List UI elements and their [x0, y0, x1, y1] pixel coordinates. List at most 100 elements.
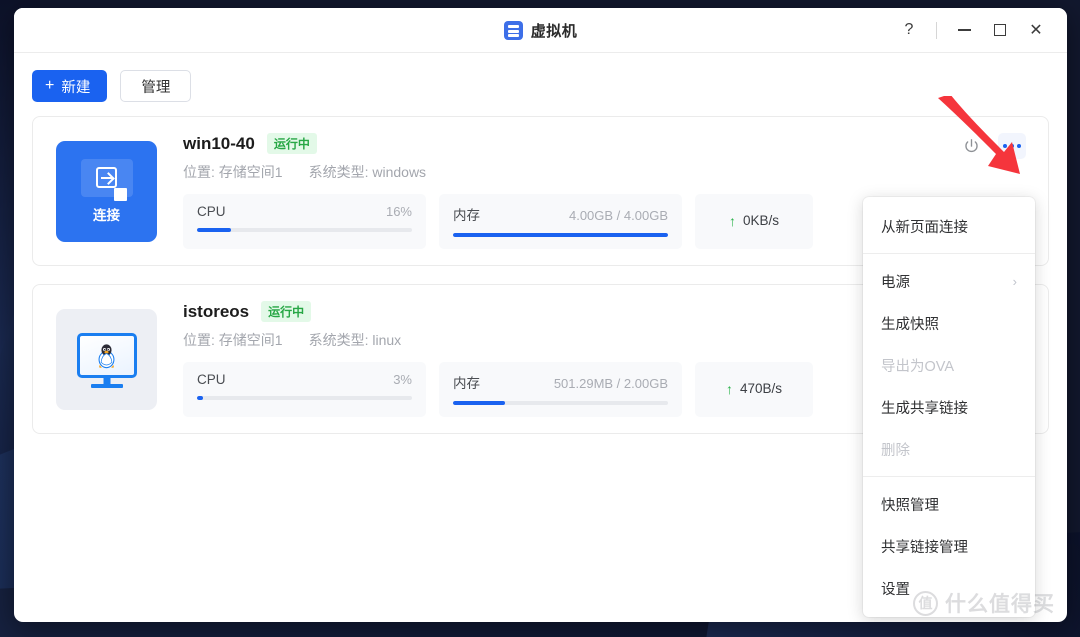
vm-application-window: 虚拟机 ? ✕ + 新建 管理 连接 win10-40 运行中 位置: 存储空间…	[14, 8, 1067, 622]
connect-label: 连接	[93, 207, 120, 223]
memory-progress-track	[453, 401, 668, 405]
controls-divider	[936, 21, 937, 39]
ostype-value: windows	[372, 164, 427, 180]
menu-item-label: 删除	[881, 442, 910, 459]
menu-item-snapshot-manage[interactable]: 快照管理	[863, 483, 1035, 525]
linux-thumbnail[interactable]	[56, 308, 157, 410]
title-bar: 虚拟机 ? ✕	[14, 8, 1067, 53]
maximize-icon	[994, 24, 1006, 36]
plus-icon: +	[45, 77, 55, 94]
memory-progress-fill	[453, 233, 668, 237]
cpu-stat-header: CPU 16%	[197, 204, 412, 219]
location-label: 位置:	[183, 332, 215, 348]
location-value: 存储空间1	[218, 164, 283, 180]
window-controls: ? ✕	[892, 8, 1067, 52]
menu-item-share-link-manage[interactable]: 共享链接管理	[863, 525, 1035, 567]
minimize-button[interactable]	[947, 15, 981, 45]
cpu-label: CPU	[197, 372, 226, 387]
more-actions-button[interactable]	[998, 133, 1026, 159]
cpu-stat: CPU 3%	[183, 362, 426, 417]
network-upload-value: 0KB/s	[742, 213, 780, 228]
maximize-button[interactable]	[983, 15, 1017, 45]
new-vm-label: 新建	[61, 79, 91, 96]
menu-item-label: 共享链接管理	[881, 539, 968, 556]
memory-stat: 内存 4.00GB / 4.00GB	[439, 194, 682, 249]
dot-icon	[1010, 144, 1014, 148]
cpu-value: 3%	[393, 372, 412, 387]
menu-item-label: 设置	[881, 581, 910, 598]
power-button[interactable]	[960, 135, 982, 157]
windows-connect-icon	[80, 158, 133, 201]
menu-item-delete: 删除	[863, 428, 1035, 470]
cpu-progress-fill	[197, 228, 232, 232]
memory-value: 4.00GB / 4.00GB	[568, 208, 668, 223]
login-arrow-icon	[96, 167, 117, 188]
menu-item-power[interactable]: 电源 ›	[863, 260, 1035, 302]
vm-header: win10-40 运行中	[183, 133, 1028, 154]
cpu-progress-track	[197, 228, 412, 232]
linux-monitor-icon	[76, 333, 137, 378]
menu-item-label: 从新页面连接	[881, 219, 968, 236]
window-title: 虚拟机	[530, 22, 578, 40]
memory-label: 内存	[453, 208, 480, 223]
vm-meta: 位置: 存储空间1 系统类型: windows	[183, 162, 1028, 182]
cpu-stat: CPU 16%	[183, 194, 426, 249]
menu-item-label: 快照管理	[881, 497, 939, 514]
toolbar: + 新建 管理	[14, 53, 1067, 116]
cpu-label: CPU	[197, 204, 226, 219]
help-button[interactable]: ?	[892, 15, 926, 45]
close-button[interactable]: ✕	[1019, 15, 1053, 45]
cpu-stat-header: CPU 3%	[197, 372, 412, 387]
memory-progress-fill	[453, 401, 505, 405]
menu-divider	[863, 253, 1035, 254]
menu-item-create-share-link[interactable]: 生成共享链接	[863, 386, 1035, 428]
status-badge: 运行中	[261, 301, 312, 322]
ostype-value: linux	[372, 332, 402, 348]
cpu-value: 16%	[385, 204, 412, 219]
upload-arrow-icon: ↑	[725, 380, 733, 397]
status-badge: 运行中	[266, 133, 317, 154]
menu-item-create-snapshot[interactable]: 生成快照	[863, 302, 1035, 344]
windows-logo-icon	[113, 187, 127, 201]
menu-item-export-ova: 导出为OVA	[863, 344, 1035, 386]
vm-context-menu: 从新页面连接 电源 › 生成快照 导出为OVA 生成共享链接 删除 快照管理 共…	[863, 197, 1035, 617]
ostype-field: 系统类型: linux	[309, 330, 402, 350]
dot-icon	[1003, 144, 1007, 148]
dot-icon	[1017, 144, 1021, 148]
memory-stat-header: 内存 4.00GB / 4.00GB	[453, 204, 668, 224]
manage-button[interactable]: 管理	[120, 70, 192, 102]
location-label: 位置:	[183, 164, 215, 180]
memory-value: 501.29MB / 2.00GB	[553, 376, 668, 391]
upload-arrow-icon: ↑	[728, 212, 736, 229]
menu-item-label: 导出为OVA	[881, 358, 955, 375]
menu-item-connect-new-page[interactable]: 从新页面连接	[863, 205, 1035, 247]
menu-divider	[863, 476, 1035, 477]
vm-app-icon	[503, 20, 523, 40]
network-stat: ↑ 0KB/s	[695, 194, 813, 249]
menu-item-label: 电源	[881, 274, 910, 291]
connect-thumbnail[interactable]: 连接	[56, 140, 157, 242]
chevron-right-icon: ›	[1012, 273, 1017, 289]
ostype-field: 系统类型: windows	[309, 162, 426, 182]
ostype-label: 系统类型:	[308, 332, 369, 348]
memory-label: 内存	[453, 376, 480, 391]
network-stat: ↑ 470B/s	[695, 362, 813, 417]
cpu-progress-track	[197, 396, 412, 400]
memory-stat-header: 内存 501.29MB / 2.00GB	[453, 372, 668, 392]
menu-item-label: 生成快照	[881, 316, 939, 333]
penguin-icon	[98, 344, 115, 369]
vm-card-actions	[960, 133, 1026, 159]
vm-name: istoreos	[183, 301, 250, 321]
menu-item-settings[interactable]: 设置	[863, 567, 1035, 609]
new-vm-button[interactable]: + 新建	[32, 70, 108, 102]
ostype-label: 系统类型:	[308, 164, 369, 180]
desktop-background: 虚拟机 ? ✕ + 新建 管理 连接 win10-40 运行中 位置: 存储空间…	[0, 0, 1080, 637]
memory-progress-track	[453, 233, 668, 237]
location-value: 存储空间1	[218, 332, 283, 348]
location-field: 位置: 存储空间1	[183, 330, 283, 350]
menu-item-label: 生成共享链接	[881, 400, 968, 417]
network-upload-value: 470B/s	[739, 381, 783, 396]
vm-name: win10-40	[183, 133, 255, 153]
memory-stat: 内存 501.29MB / 2.00GB	[439, 362, 682, 417]
minimize-icon	[957, 29, 971, 31]
